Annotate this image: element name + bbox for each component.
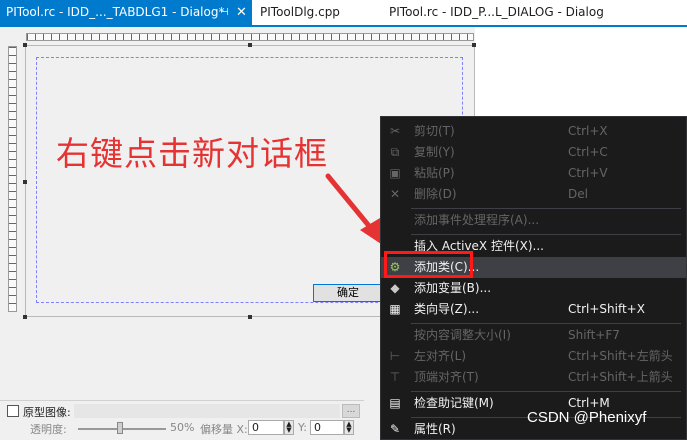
menu-item-align-left[interactable]: ⊢ 左对齐(L) Ctrl+Shift+左箭头 xyxy=(381,346,686,367)
menu-item-label: 属性(R) xyxy=(414,422,456,436)
menu-item-label: 添加变量(B)... xyxy=(414,281,492,295)
tab-tabdlg1-dialog[interactable]: PITool.rc - IDD_..._TABDLG1 - Dialog* ⊣ … xyxy=(0,0,252,25)
close-icon[interactable]: ✕ xyxy=(236,0,247,25)
tab-label: PIToolDlg.cpp xyxy=(260,5,340,19)
menu-item-label: 检查助记键(M) xyxy=(414,396,494,410)
menu-item-copy[interactable]: ⧉ 复制(Y) Ctrl+C xyxy=(381,142,686,163)
menu-item-delete[interactable]: ✕ 删除(D) Del xyxy=(381,184,686,205)
menu-item-label: 顶端对齐(T) xyxy=(414,370,479,384)
ok-button[interactable]: 确定 xyxy=(313,284,383,302)
vertical-ruler xyxy=(8,46,17,312)
resize-handle[interactable] xyxy=(23,180,27,184)
menu-separator xyxy=(411,323,681,324)
prototype-image-label: 原型图像: xyxy=(23,406,71,419)
menu-item-cut[interactable]: ✂ 剪切(T) Ctrl+X xyxy=(381,121,686,142)
align-left-icon: ⊢ xyxy=(389,349,401,363)
offset-y-input[interactable]: 0 xyxy=(310,420,344,435)
tab-pitooldlg-cpp[interactable]: PIToolDlg.cpp xyxy=(260,0,340,25)
offset-y-spinner[interactable]: ▲ ▼ xyxy=(344,420,354,435)
offset-y-label: Y: xyxy=(298,421,307,434)
prototype-image-bar: 原型图像: ... 透明度: 50% 偏移量 X: 0 ▲ ▼ Y: 0 ▲ ▼ xyxy=(0,400,364,440)
menu-item-add-variable[interactable]: ◆ 添加变量(B)... xyxy=(381,278,686,299)
check-mnemonics-icon: ▤ xyxy=(389,396,401,410)
menu-item-shortcut: Ctrl+Shift+X xyxy=(568,302,645,316)
browse-button[interactable]: ... xyxy=(342,404,360,418)
class-wizard-icon: ▦ xyxy=(389,302,401,316)
opacity-slider-thumb[interactable] xyxy=(117,422,123,434)
menu-item-align-top[interactable]: ⊤ 顶端对齐(T) Ctrl+Shift+上箭头 xyxy=(381,367,686,388)
menu-item-size-to-content[interactable]: 按内容调整大小(I) Shift+F7 xyxy=(381,325,686,346)
copy-icon: ⧉ xyxy=(390,145,400,159)
menu-item-shortcut: Ctrl+V xyxy=(568,166,608,180)
paste-icon: ▣ xyxy=(389,166,401,180)
prototype-image-checkbox[interactable] xyxy=(7,405,19,417)
menu-item-add-event-handler[interactable]: 添加事件处理程序(A)... xyxy=(381,210,686,231)
prototype-image-path[interactable] xyxy=(74,404,340,418)
resize-handle[interactable] xyxy=(248,43,252,47)
menu-separator xyxy=(411,234,681,235)
resize-handle[interactable] xyxy=(23,315,27,319)
menu-item-paste[interactable]: ▣ 粘贴(P) Ctrl+V xyxy=(381,163,686,184)
offset-x-spinner[interactable]: ▲ ▼ xyxy=(284,420,294,435)
offset-x-input[interactable]: 0 xyxy=(248,420,284,435)
opacity-value: 50% xyxy=(170,421,195,434)
menu-separator xyxy=(411,208,681,209)
pin-icon[interactable]: ⊣ xyxy=(220,0,229,25)
context-menu: ✂ 剪切(T) Ctrl+X ⧉ 复制(Y) Ctrl+C ▣ 粘贴(P) Ct… xyxy=(380,116,687,440)
menu-item-shortcut: Ctrl+Shift+左箭头 xyxy=(568,349,673,363)
delete-icon: ✕ xyxy=(389,187,401,201)
menu-item-shortcut: Ctrl+Shift+上箭头 xyxy=(568,370,673,384)
align-top-icon: ⊤ xyxy=(389,370,401,384)
menu-item-label: 复制(Y) xyxy=(414,145,455,159)
menu-item-label: 删除(D) xyxy=(414,187,457,201)
resize-handle[interactable] xyxy=(248,315,252,319)
add-variable-icon: ◆ xyxy=(390,281,400,295)
menu-item-class-wizard[interactable]: ▦ 类向导(Z)... Ctrl+Shift+X xyxy=(381,299,686,320)
document-tab-strip: PITool.rc - IDD_..._TABDLG1 - Dialog* ⊣ … xyxy=(0,0,687,27)
resize-handle[interactable] xyxy=(23,43,27,47)
properties-icon: ✎ xyxy=(389,422,401,436)
menu-item-label: 左对齐(L) xyxy=(414,349,467,363)
horizontal-ruler xyxy=(26,33,474,41)
menu-item-shortcut: Ctrl+X xyxy=(568,124,608,138)
highlight-box xyxy=(384,251,473,278)
menu-item-label: 添加事件处理程序(A)... xyxy=(414,213,540,227)
menu-item-label: 剪切(T) xyxy=(414,124,455,138)
tab-main-dialog[interactable]: PITool.rc - IDD_P...L_DIALOG - Dialog xyxy=(389,0,604,25)
cut-icon: ✂ xyxy=(389,124,401,138)
menu-item-label: 按内容调整大小(I) xyxy=(414,328,511,342)
opacity-label: 透明度: xyxy=(30,423,67,436)
menu-separator xyxy=(411,391,681,392)
menu-item-shortcut: Shift+F7 xyxy=(568,328,620,342)
watermark: CSDN @Phenixyf xyxy=(527,409,647,426)
tab-label: PITool.rc - IDD_..._TABDLG1 - Dialog* xyxy=(6,5,225,19)
resize-handle[interactable] xyxy=(472,43,476,47)
offset-x-label: 偏移量 X: xyxy=(200,423,248,436)
menu-item-shortcut: Del xyxy=(568,187,588,201)
menu-item-shortcut: Ctrl+C xyxy=(568,145,608,159)
annotation-text: 右键点击新对话框 xyxy=(56,134,328,173)
menu-item-label: 粘贴(P) xyxy=(414,166,455,180)
tab-label: PITool.rc - IDD_P...L_DIALOG - Dialog xyxy=(389,5,604,19)
menu-item-label: 类向导(Z)... xyxy=(414,302,480,316)
